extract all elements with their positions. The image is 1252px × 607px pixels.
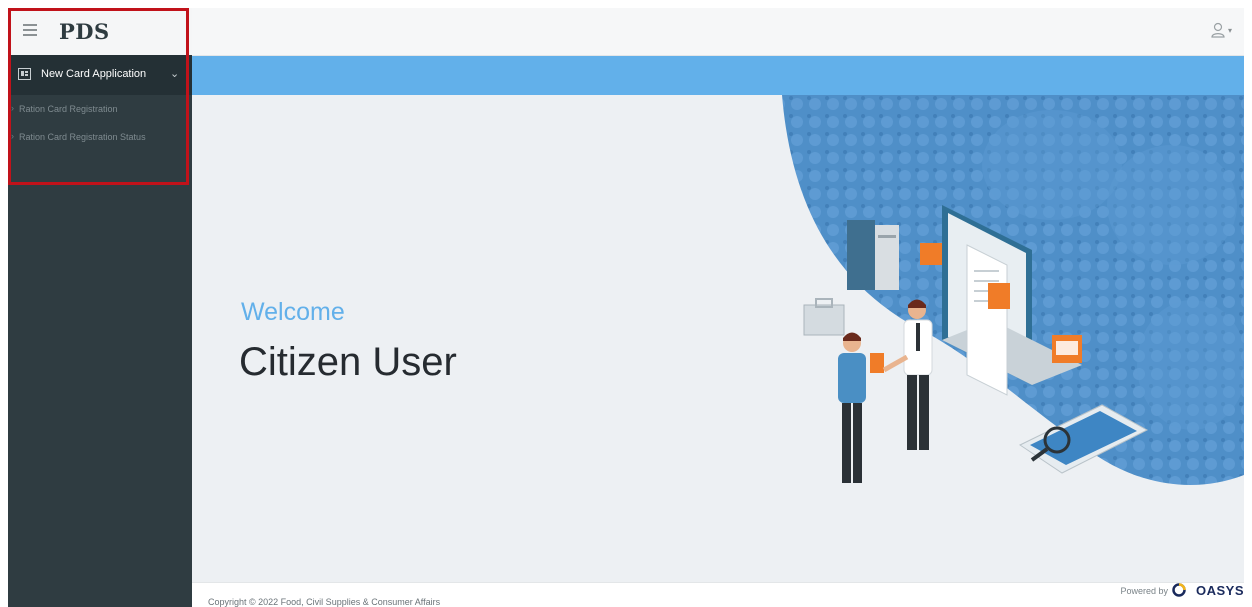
sidebar-item-label: Ration Card Registration: [19, 104, 118, 114]
sidebar-menu-new-card-application[interactable]: New Card Application ⌄: [8, 55, 192, 95]
accent-banner: [192, 56, 1244, 95]
sidebar-item-ration-card-registration-status[interactable]: › Ration Card Registration Status: [8, 128, 192, 148]
copyright-text: Copyright © 2022 Food, Civil Supplies & …: [208, 597, 441, 607]
hamburger-icon[interactable]: [23, 24, 37, 36]
main-content: Welcome Citizen User: [192, 95, 1244, 582]
card-icon: [18, 68, 31, 80]
vendor-name: OASYS: [1195, 583, 1244, 598]
brand-bar: PDS: [8, 8, 192, 55]
sidebar-menu-label: New Card Application: [41, 68, 147, 80]
top-header: ▾: [192, 8, 1244, 56]
chevron-down-icon: ⌄: [170, 68, 180, 80]
chevron-right-icon: ›: [11, 131, 14, 141]
user-icon: [1211, 22, 1225, 38]
app-title: PDS: [59, 19, 110, 44]
sidebar-item-label: Ration Card Registration Status: [19, 132, 146, 142]
app-root: PDS New Card Application ⌄ › Ration Card…: [8, 8, 1244, 607]
user-menu-button[interactable]: ▾: [1210, 22, 1236, 40]
welcome-user-name: Citizen User: [239, 340, 457, 384]
welcome-label: Welcome: [241, 298, 345, 326]
sidebar: PDS New Card Application ⌄ › Ration Card…: [8, 8, 192, 607]
oasys-logo-icon: [1172, 583, 1186, 597]
footer: Copyright © 2022 Food, Civil Supplies & …: [192, 582, 1244, 607]
sidebar-item-ration-card-registration[interactable]: › Ration Card Registration: [8, 100, 192, 120]
welcome-illustration: [782, 95, 1244, 485]
chevron-right-icon: ›: [11, 103, 14, 113]
caret-down-icon: ▾: [1228, 26, 1233, 35]
powered-by-label: Powered by: [1120, 586, 1168, 596]
